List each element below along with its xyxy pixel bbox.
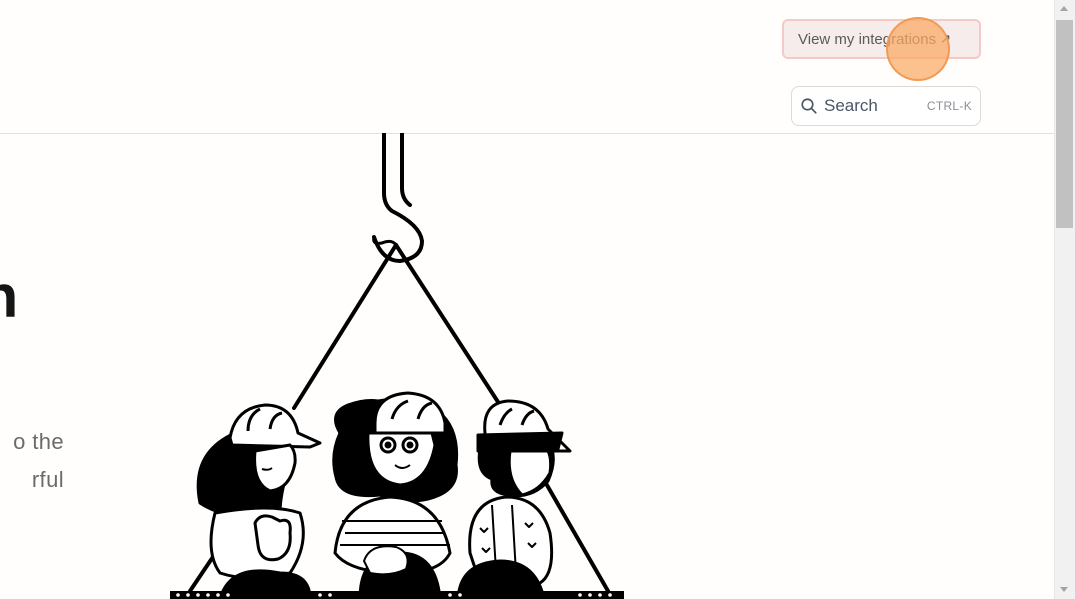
- construction-workers-illustration: [170, 133, 624, 599]
- hero-description-line: o the: [13, 429, 64, 454]
- search-button[interactable]: Search CTRL-K: [791, 86, 981, 126]
- view-integrations-button[interactable]: View my integrations ↗: [782, 19, 981, 59]
- search-icon: [801, 98, 817, 114]
- scroll-down-arrow-icon[interactable]: [1060, 587, 1068, 592]
- search-shortcut: CTRL-K: [926, 99, 972, 113]
- scrollbar-thumb[interactable]: [1056, 20, 1073, 228]
- hero-description: o the rful: [0, 423, 64, 499]
- hero-title: ith: [0, 262, 18, 331]
- click-indicator: [886, 17, 950, 81]
- search-label: Search: [824, 96, 878, 115]
- scroll-up-arrow-icon[interactable]: [1060, 6, 1068, 11]
- hero-description-line: rful: [31, 467, 64, 492]
